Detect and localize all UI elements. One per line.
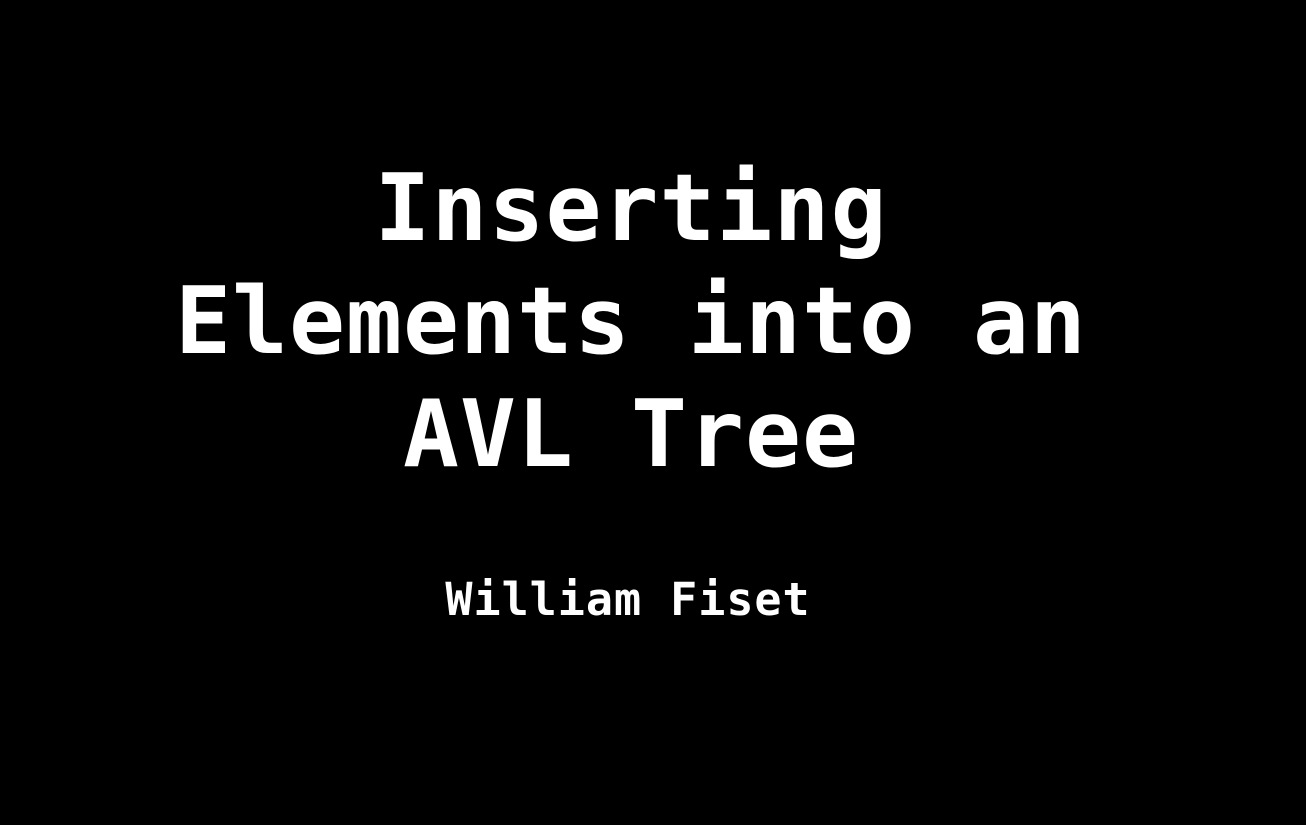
title-slide: Inserting Elements into an AVL Tree Will… [0, 0, 1306, 825]
slide-title-line-3: AVL Tree [403, 380, 859, 488]
slide-title-line-2: Elements into an [175, 267, 1087, 375]
author-name: William Fiset [445, 573, 811, 626]
slide-title: Inserting Elements into an AVL Tree [0, 152, 1262, 491]
slide-title-line-1: Inserting [374, 154, 888, 262]
